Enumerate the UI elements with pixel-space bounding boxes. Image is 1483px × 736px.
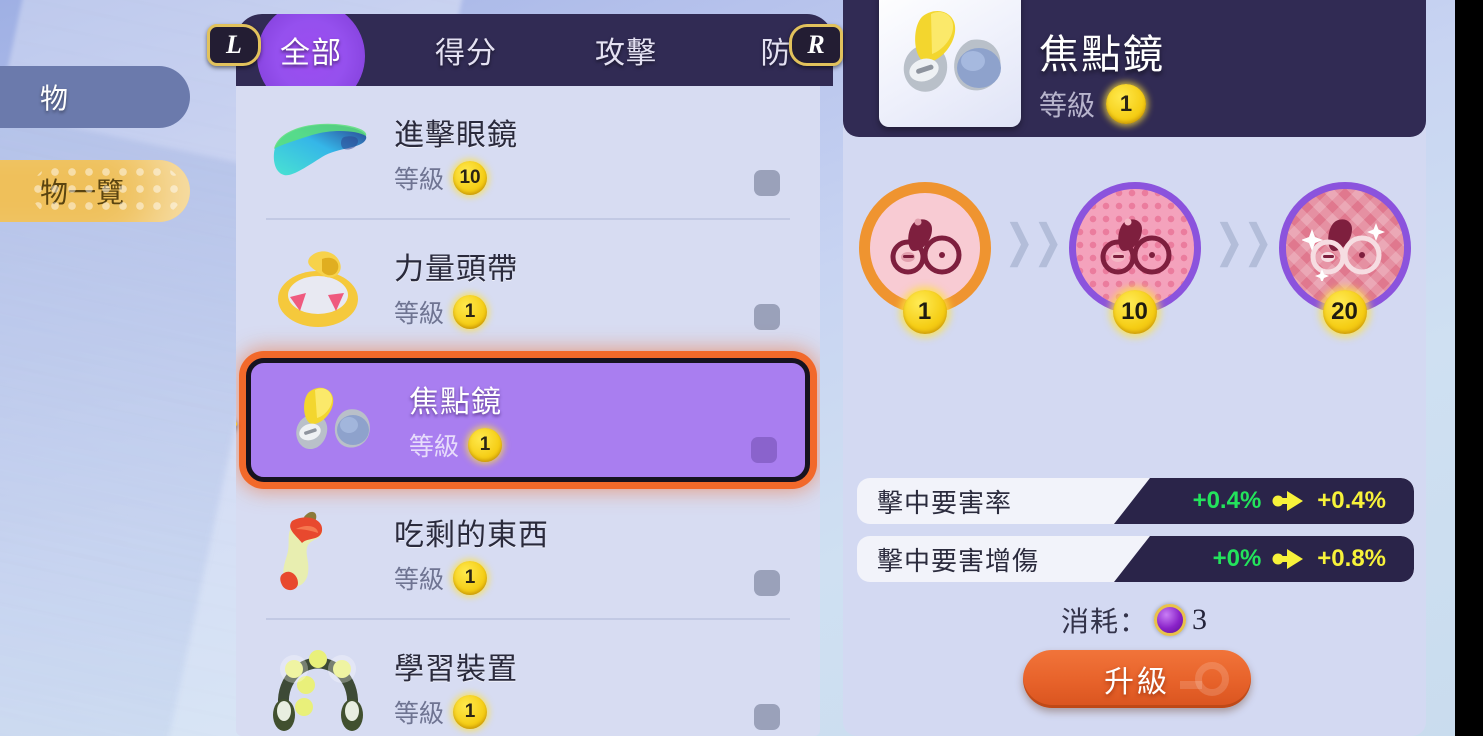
list-item-level-prefix: 等級 [394,700,445,728]
list-item-name: 進擊眼鏡 [394,119,518,152]
list-item-marker [754,304,780,330]
tier-badge-current[interactable]: 1 [849,168,1001,334]
side-tab-items-list[interactable]: 物一覽 [0,160,190,222]
stat-values: +0.4% +0.4% [1114,478,1414,524]
shoulder-button-r-label: R [807,30,825,59]
tab-all-label: 全部 [280,37,342,70]
double-chevron-right-icon: ❭❭ [1210,217,1277,266]
focus-lens-icon [879,0,1021,127]
tab-score-label: 得分 [435,37,497,70]
tier-progression: 1 ❭❭ 10 ❭❭ 20 [843,160,1426,335]
stat-label: 擊中要害率 [877,487,1013,518]
tab-attack[interactable]: 攻擊 [546,14,706,86]
upgrade-cost-label: 消耗： [1060,606,1148,637]
upgrade-cost: 消耗： 3 [843,600,1426,640]
stat-current-value: +0.4% [1192,487,1262,514]
tab-attack-label: 攻擊 [595,37,657,70]
list-item-selected[interactable]: ❯ 焦點鏡 等級 1 [236,358,810,482]
tier-badge-max[interactable]: 20 [1269,168,1421,334]
double-chevron-right-icon: ❭❭ [1000,217,1067,266]
tab-score[interactable]: 得分 [386,14,546,86]
apple-core-icon [260,503,378,603]
visor-glasses-icon [260,103,378,203]
list-item-name: 力量頭帶 [394,253,518,286]
list-item-level-badge: 1 [468,428,503,462]
list-item-level: 等級 1 [394,294,518,330]
list-item-level-prefix: 等級 [394,166,445,194]
detail-title-block: 焦點鏡 等級 1 [1039,22,1165,124]
list-item-marker [754,170,780,196]
button-prompt-icon [1180,662,1229,696]
focus-lens-icon [275,370,393,470]
tier-level-badge: 1 [902,289,947,334]
list-item[interactable]: 力量頭帶 等級 1 [236,220,820,354]
side-tab-items-label: 物 [40,83,69,114]
upgrade-button-label: 升級 [1104,666,1170,699]
tier-level-badge: 10 [1112,289,1157,334]
detail-level-badge: 1 [1106,84,1147,124]
stat-row: 擊中要害率 +0.4% +0.4% [857,478,1414,524]
selection-pointer-icon: ❯ [236,393,244,447]
list-item[interactable]: 吃剩的東西 等級 1 [236,486,820,620]
list-item[interactable]: 學習裝置 等級 1 [236,620,820,736]
shoulder-button-r[interactable]: R [789,24,843,66]
power-headband-icon [260,237,378,337]
list-item-level-prefix: 等級 [409,433,460,461]
list-item[interactable]: 進擊眼鏡 等級 10 [236,86,820,220]
side-tab-items[interactable]: 物 [0,66,190,128]
list-item-marker [751,437,777,463]
list-item-name: 焦點鏡 [409,386,502,419]
item-list-panel[interactable]: 進擊眼鏡 等級 10 力量頭帶 等級 1 焦點鏡 等級 1 吃剩的東西 等級 1… [236,86,820,736]
item-detail-panel: 焦點鏡 等級 1 1 ❭❭ 10 ❭❭ 20 擊中要害率 +0.4% +0.4%… [843,0,1426,736]
focus-lens-glyph-icon [1100,218,1171,274]
arrow-right-icon [1271,490,1307,512]
stat-next-value: +0.8% [1317,545,1386,572]
stat-next-value: +0.4% [1317,487,1386,514]
stat-values: +0% +0.8% [1114,536,1414,582]
list-item-level-badge: 1 [453,295,488,329]
list-item-name: 學習裝置 [394,653,518,686]
side-tab-items-list-label: 物一覽 [40,177,125,208]
list-item-level: 等級 10 [394,160,518,196]
tab-defense-label: 防 [760,37,792,70]
list-item-level: 等級 1 [394,694,518,730]
upgrade-cost-amount: 3 [1192,603,1208,636]
upgrade-button[interactable]: 升級 [1023,650,1251,708]
focus-lens-glyph-icon [890,218,961,274]
page-title: 焦點鏡 [1039,33,1165,77]
detail-level-prefix: 等級 [1039,90,1096,121]
stat-current-value: +0% [1212,545,1262,572]
category-tab-bar: 全部 得分 攻擊 防 [236,14,833,86]
detail-header: 焦點鏡 等級 1 [843,0,1426,137]
list-item-level-prefix: 等級 [394,566,445,594]
focus-lens-glyph-icon [1301,218,1385,281]
detail-level: 等級 1 [1039,84,1165,124]
tier-badge-next[interactable]: 10 [1059,168,1211,334]
list-item-marker [754,570,780,596]
purple-gem-icon [1154,604,1186,636]
stat-label: 擊中要害增傷 [877,545,1040,576]
stat-list: 擊中要害率 +0.4% +0.4% 擊中要害增傷 +0% +0.8% [857,478,1414,594]
list-item-level-prefix: 等級 [394,300,445,328]
learning-device-icon [260,637,378,736]
shoulder-button-l[interactable]: L [207,24,261,66]
letterbox-right [1455,0,1483,736]
list-item-level-badge: 10 [453,161,488,195]
list-item-name: 吃剩的東西 [394,519,549,552]
list-item-level-badge: 1 [453,695,488,729]
list-item-level-badge: 1 [453,561,488,595]
arrow-right-icon [1271,548,1307,570]
list-item-level: 等級 1 [409,427,503,463]
tier-level-badge: 20 [1322,289,1367,334]
shoulder-button-l-label: L [226,30,242,59]
list-item-marker [754,704,780,730]
list-item-level: 等級 1 [394,560,549,596]
stat-row: 擊中要害增傷 +0% +0.8% [857,536,1414,582]
